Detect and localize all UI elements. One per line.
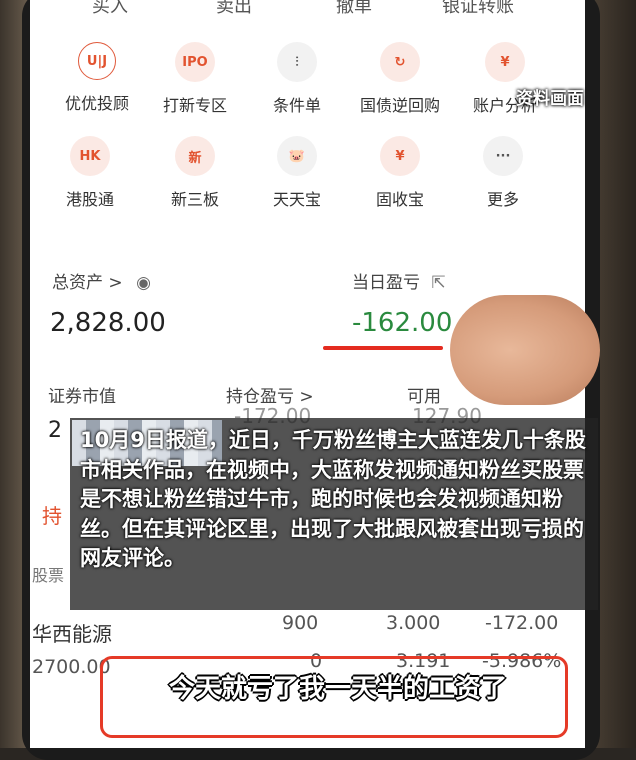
total-assets-label[interactable]: 总资产 > ◉ xyxy=(52,268,151,293)
grid-item-ipo[interactable]: IPO 打新专区 xyxy=(140,42,250,116)
yen-icon: ¥ xyxy=(485,42,525,82)
share-icon[interactable]: ⇱ xyxy=(431,273,445,293)
holding-market-value: 2700.00 xyxy=(32,656,111,678)
holdings-tab[interactable]: 持 xyxy=(42,500,62,529)
tab-transfer[interactable]: 银证转账 xyxy=(442,0,514,18)
grid-label: 打新专区 xyxy=(162,96,227,115)
grid-label: 优优投顾 xyxy=(64,94,129,113)
money-bag-icon: ¥ xyxy=(380,136,420,176)
holding-stock-name[interactable]: 华西能源 xyxy=(32,618,112,647)
daily-pl-value: -162.00 xyxy=(352,308,453,338)
tab-cancel[interactable]: 撤单 xyxy=(336,0,372,18)
grid-item-repo[interactable]: ↻ 国债逆回购 xyxy=(345,42,455,116)
holding-pl: -172.00 xyxy=(485,612,559,634)
grid-item-neeq[interactable]: 新 新三板 xyxy=(140,136,250,210)
piggy-bank-icon: 🐷 xyxy=(277,136,317,176)
grid-label: 更多 xyxy=(486,190,519,209)
advisor-icon: U|J xyxy=(78,42,116,80)
grid-label: 天天宝 xyxy=(272,190,321,209)
grid-item-fixed-income[interactable]: ¥ 固收宝 xyxy=(345,136,455,210)
holding-price: 3.000 xyxy=(386,612,441,634)
news-text: 10月9日报道，近日，千万粉丝博主大蓝连发几十条股市相关作品，在视频中，大蓝称发… xyxy=(80,428,586,570)
eye-icon[interactable]: ◉ xyxy=(136,273,151,293)
grid-item-condition-order[interactable]: ⫶ 条件单 xyxy=(242,42,352,116)
holding-qty: 900 xyxy=(282,612,319,634)
caption-text: 今天就亏了我一天半的工资了 xyxy=(168,674,507,704)
new-board-icon: 新 xyxy=(175,136,215,176)
tab-buy[interactable]: 买入 xyxy=(92,0,128,18)
daily-pl-label[interactable]: 当日盈亏 ⇱ xyxy=(352,268,446,293)
grid-label: 港股通 xyxy=(65,190,114,209)
total-assets-value: 2,828.00 xyxy=(50,308,166,338)
holdings-header: 股票 xyxy=(32,566,65,585)
repo-icon: ↻ xyxy=(380,42,420,82)
market-value-value: 2 xyxy=(48,418,62,443)
finger-photo xyxy=(450,295,600,405)
grid-label: 新三板 xyxy=(170,190,219,209)
grid-item-advisor[interactable]: U|J 优优投顾 xyxy=(42,42,152,114)
ipo-icon: IPO xyxy=(175,42,215,82)
tab-sell[interactable]: 卖出 xyxy=(216,0,252,18)
grid-label: 条件单 xyxy=(272,96,321,115)
grid-item-tiantianbao[interactable]: 🐷 天天宝 xyxy=(242,136,352,210)
more-icon: ··· xyxy=(483,136,523,176)
grid-label: 国债逆回购 xyxy=(359,96,440,115)
trade-tabs: 买入 卖出 撤单 银证转账 xyxy=(30,0,585,22)
grid-label: 固收宝 xyxy=(375,190,424,209)
red-underline-annotation xyxy=(323,346,443,350)
candlestick-icon: ⫶ xyxy=(277,42,317,82)
hk-icon: HK xyxy=(70,136,110,176)
market-value-label: 证券市值 xyxy=(48,387,116,407)
grid-item-more[interactable]: ··· 更多 xyxy=(448,136,558,210)
grid-item-hk-connect[interactable]: HK 港股通 xyxy=(35,136,145,210)
watermark-label: 资料画面 xyxy=(516,89,584,109)
